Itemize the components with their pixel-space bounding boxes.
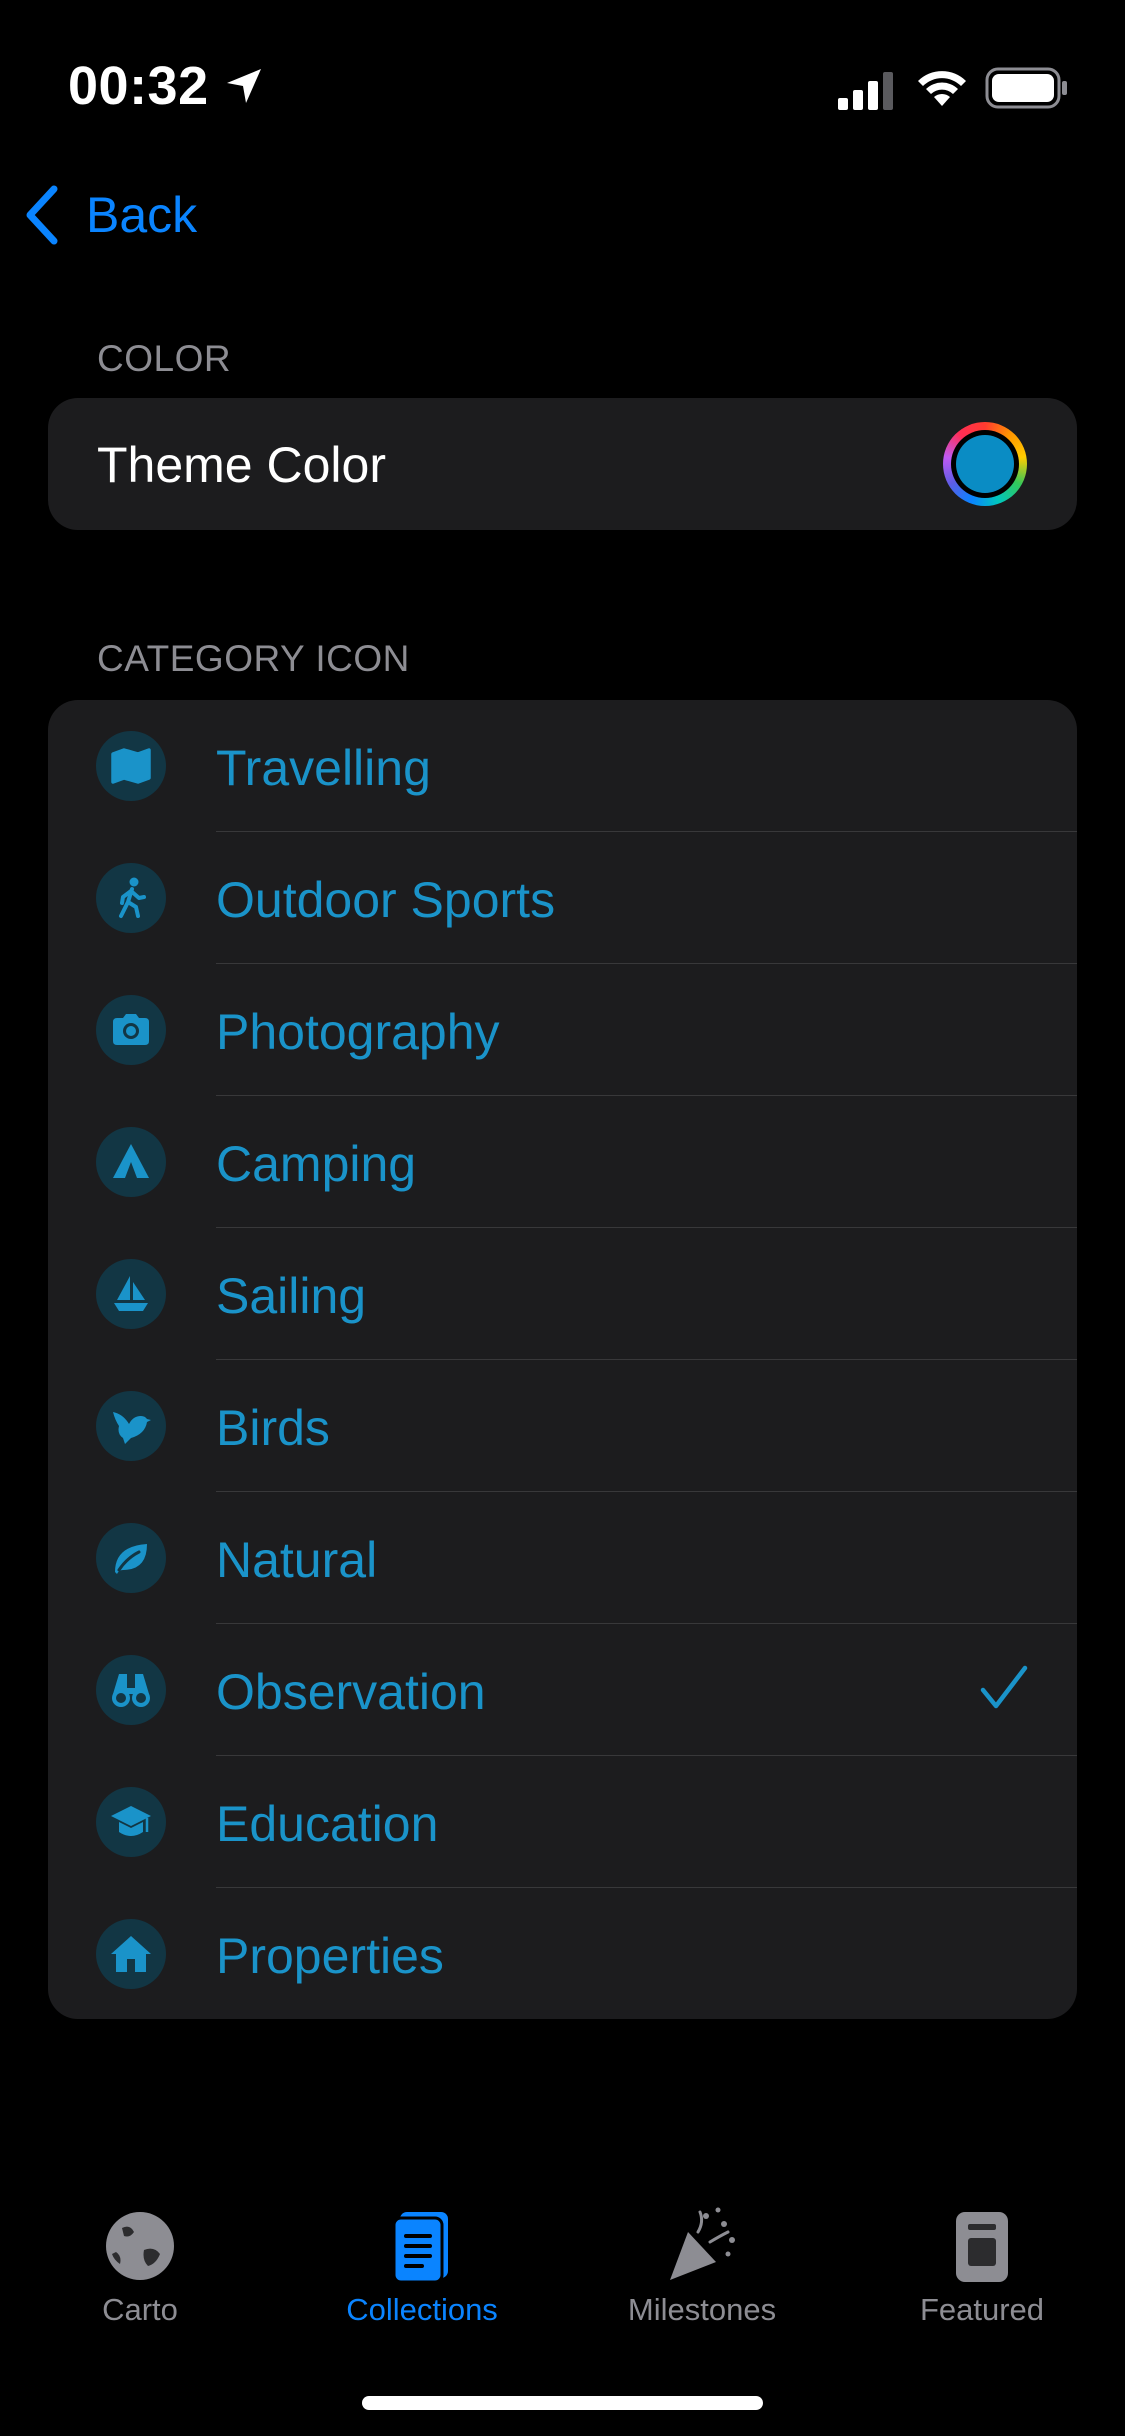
book-icon [392, 2212, 448, 2284]
category-list: Travelling Outdoor Sports Photography Ca… [48, 700, 1077, 2019]
category-row-natural[interactable]: Natural [48, 1492, 1077, 1624]
status-time: 00:32 [68, 56, 209, 116]
back-label: Back [86, 187, 198, 243]
featured-card-icon [956, 2212, 1008, 2282]
tab-label: Featured [919, 2292, 1045, 2327]
bird-icon [96, 1391, 166, 1461]
leaf-icon [96, 1523, 166, 1593]
theme-color-fill [956, 435, 1014, 493]
category-row-education[interactable]: Education [48, 1756, 1077, 1888]
house-icon [96, 1919, 166, 1989]
camera-icon [96, 995, 166, 1065]
location-arrow-icon [227, 69, 261, 103]
cellular-signal-icon [838, 72, 893, 110]
category-row-sailing[interactable]: Sailing [48, 1228, 1077, 1360]
sailboat-icon [96, 1259, 166, 1329]
tab-featured[interactable]: Featured [882, 2202, 1082, 2342]
category-label: Natural [216, 1532, 378, 1588]
tab-milestones[interactable]: Milestones [602, 2202, 802, 2342]
category-row-outdoor-sports[interactable]: Outdoor Sports [48, 832, 1077, 964]
category-label: Properties [216, 1928, 444, 1984]
chevron-left-icon [26, 185, 58, 245]
map-icon [96, 731, 166, 801]
category-section-header: CATEGORY ICON [97, 638, 410, 679]
hiker-icon [96, 863, 166, 933]
category-label: Sailing [216, 1268, 367, 1324]
tent-icon [96, 1127, 166, 1197]
category-label: Travelling [216, 740, 431, 796]
binoculars-icon [96, 1655, 166, 1725]
tab-carto[interactable]: Carto [40, 2202, 240, 2342]
category-row-birds[interactable]: Birds [48, 1360, 1077, 1492]
party-popper-icon [670, 2207, 735, 2280]
category-row-camping[interactable]: Camping [48, 1096, 1077, 1228]
category-row-photography[interactable]: Photography [48, 964, 1077, 1096]
home-indicator [362, 2396, 763, 2410]
color-section-header: COLOR [97, 338, 232, 379]
tab-label: Milestones [627, 2292, 777, 2327]
theme-color-label: Theme Color [97, 437, 386, 493]
tab-label: Carto [102, 2292, 178, 2327]
category-row-observation[interactable]: Observation [48, 1624, 1077, 1756]
color-picker-swatch[interactable] [943, 422, 1027, 506]
globe-icon [106, 2212, 174, 2280]
tab-collections[interactable]: Collections [322, 2202, 522, 2342]
category-label: Outdoor Sports [216, 872, 556, 928]
category-label: Camping [216, 1136, 417, 1192]
category-row-travelling[interactable]: Travelling [48, 700, 1077, 832]
checkmark-icon [980, 1665, 1028, 1709]
tab-label: Collections [346, 2292, 498, 2327]
category-label: Education [216, 1796, 439, 1852]
category-label: Birds [216, 1400, 330, 1456]
battery-icon [985, 67, 1067, 109]
graduation-cap-icon [96, 1787, 166, 1857]
theme-color-row[interactable]: Theme Color [48, 398, 1077, 530]
category-label: Observation [216, 1664, 486, 1720]
category-row-properties[interactable]: Properties [48, 1888, 1077, 2019]
wifi-icon [918, 71, 966, 106]
back-button[interactable]: Back [24, 180, 197, 250]
category-label: Photography [216, 1004, 500, 1060]
status-bar: 00:32 [0, 0, 1125, 150]
